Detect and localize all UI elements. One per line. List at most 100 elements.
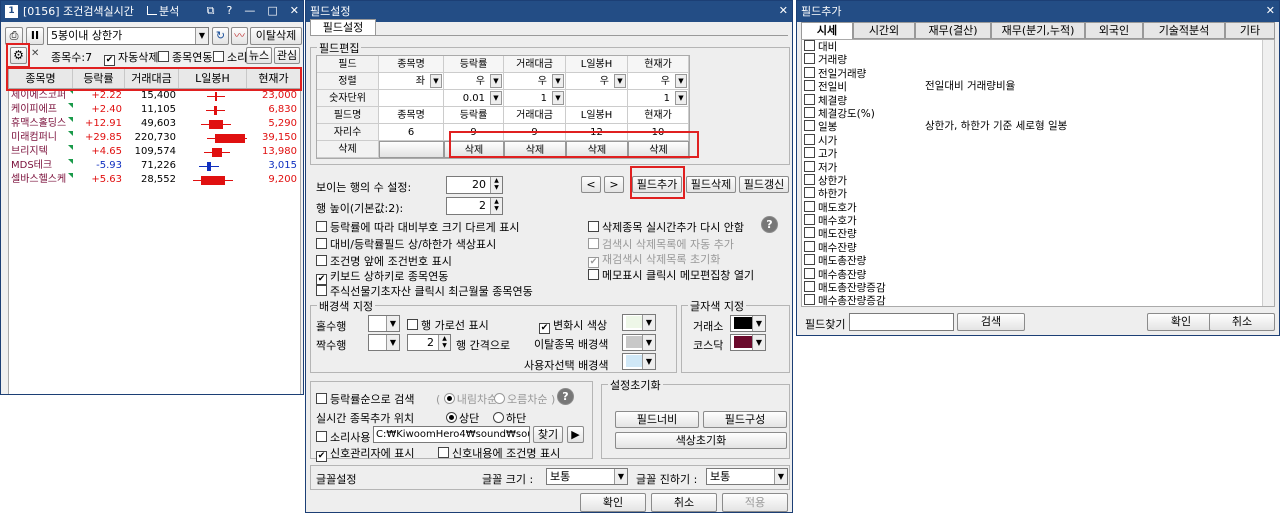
- title-bar[interactable]: 필드추가 ✕: [797, 1, 1279, 22]
- font-bold-select[interactable]: 보통 ▼: [706, 468, 788, 485]
- chevron-down-icon[interactable]: ▼: [552, 74, 564, 88]
- find-button[interactable]: 찾기: [533, 426, 563, 443]
- checkbox[interactable]: [804, 40, 815, 51]
- title-bar[interactable]: 필드설정 ✕: [306, 1, 792, 22]
- search-button[interactable]: 검색: [957, 313, 1025, 331]
- delete-field-button[interactable]: 필드삭제: [686, 176, 736, 193]
- grid-cell-dec[interactable]: 0.01 ▼: [444, 90, 504, 107]
- analysis-icon[interactable]: 분석: [147, 1, 179, 22]
- title-bar[interactable]: 1 [0156] 조건검색실시간 분석 ⧉ ? — □ ✕: [1, 1, 303, 22]
- checkbox[interactable]: [804, 93, 815, 105]
- opt-memo-edit[interactable]: 메모표시 클릭시 메모편집창 열기: [588, 267, 754, 283]
- close-small-icon[interactable]: ✕: [31, 48, 39, 59]
- chevron-down-icon[interactable]: ▼: [490, 74, 502, 88]
- change-color-checkbox[interactable]: 변화시 색상: [539, 317, 607, 334]
- list-item[interactable]: 전일비 전일대비 거래량비율: [802, 80, 1274, 93]
- checkbox[interactable]: [804, 106, 815, 118]
- grid-cell-name[interactable]: 종목명: [379, 107, 444, 124]
- row-gap-spinner[interactable]: 2 ▲ ▼: [407, 334, 451, 351]
- checkbox[interactable]: [804, 214, 815, 226]
- close-icon[interactable]: ✕: [1266, 4, 1275, 18]
- grid-cell-dec[interactable]: 1 ▼: [504, 90, 566, 107]
- list-item[interactable]: 거래량: [802, 53, 1274, 66]
- grid-cell-dec[interactable]: 1 ▼: [628, 90, 689, 107]
- grid-cell-name[interactable]: L일봉H: [566, 107, 628, 124]
- opt-limit-color[interactable]: 대비/등락률필드 상/하한가 색상표시: [316, 236, 496, 252]
- checkbox[interactable]: [804, 66, 815, 78]
- sound-checkbox[interactable]: 소리: [213, 49, 247, 65]
- checkbox[interactable]: [804, 133, 815, 145]
- list-item[interactable]: 매도총잔량증감: [802, 281, 1274, 294]
- checkbox[interactable]: [804, 120, 815, 132]
- maximize-icon[interactable]: □: [267, 4, 277, 18]
- signal-cond-checkbox[interactable]: 신호내용에 조건명 표시: [438, 445, 560, 461]
- opt-no-readd[interactable]: 삭제종목 실시간추가 다시 안함: [588, 219, 744, 235]
- list-item[interactable]: 매도잔량: [802, 227, 1274, 240]
- kospi-color[interactable]: ▼: [730, 315, 766, 332]
- list-item[interactable]: 전일거래량: [802, 66, 1274, 80]
- grid-cell-sort[interactable]: 우 ▼: [504, 73, 566, 90]
- tab-field-settings[interactable]: 필드설정: [310, 19, 376, 36]
- scrollbar[interactable]: [1262, 40, 1274, 306]
- table-row[interactable]: 셀바스헬스케 +5.63 28,552 9,200: [9, 173, 300, 187]
- auto-delete-checkbox[interactable]: 자동삭제: [104, 49, 158, 66]
- close-icon[interactable]: ✕: [779, 4, 788, 18]
- list-item[interactable]: 매수호가: [802, 214, 1274, 227]
- checkbox[interactable]: [804, 227, 815, 239]
- list-item[interactable]: 매수총잔량증감: [802, 294, 1274, 306]
- play-button[interactable]: ▶: [567, 426, 584, 443]
- apply-button[interactable]: 적용: [722, 493, 788, 512]
- chart-button[interactable]: 〰: [231, 27, 248, 45]
- even-row-color[interactable]: ▼: [368, 334, 400, 351]
- link-checkbox[interactable]: 종목연동: [158, 49, 212, 65]
- grid-cell-name[interactable]: 등락률: [444, 107, 504, 124]
- list-item[interactable]: 대비: [802, 40, 1274, 53]
- top-radio[interactable]: 상단: [446, 410, 479, 426]
- checkbox[interactable]: [804, 267, 815, 279]
- refresh-field-button[interactable]: 필드갱신: [739, 176, 789, 193]
- list-item[interactable]: 체결강도(%): [802, 106, 1274, 120]
- select-bg-select[interactable]: ▼: [622, 353, 656, 370]
- sort-search-checkbox[interactable]: 등락률순으로 검색: [316, 391, 414, 407]
- grid-cell-head[interactable]: 거래대금: [504, 56, 566, 73]
- table-row[interactable]: 케이피에프 +2.40 11,105 6,830: [9, 103, 300, 117]
- grid-cell-dec[interactable]: [379, 90, 444, 107]
- checkbox[interactable]: [804, 187, 815, 199]
- tab-3[interactable]: 재무(분기,누적): [991, 22, 1085, 39]
- rows-spinner[interactable]: 20 ▲ ▼: [446, 176, 503, 194]
- color-reset-button[interactable]: 색상초기화: [615, 432, 787, 449]
- help-button-2[interactable]: ?: [557, 388, 574, 405]
- grid-cell-sort[interactable]: 우 ▼: [566, 73, 628, 90]
- list-item[interactable]: 매도호가: [802, 200, 1274, 214]
- table-row[interactable]: 미래컴퍼니 +29.85 220,730 39,150: [9, 131, 300, 145]
- tab-4[interactable]: 외국인: [1085, 22, 1143, 39]
- odd-row-color[interactable]: ▼: [368, 315, 400, 332]
- tab-0[interactable]: 시세: [801, 22, 853, 39]
- grid-cell-sort[interactable]: 좌 ▼: [379, 73, 444, 90]
- list-item[interactable]: 매수잔량: [802, 240, 1274, 254]
- tab-5[interactable]: 기술적분석: [1143, 22, 1225, 39]
- cancel-button[interactable]: 취소: [651, 493, 717, 512]
- list-item[interactable]: 일봉 상한가, 하한가 기준 세로형 일봉: [802, 120, 1274, 133]
- checkbox[interactable]: [804, 160, 815, 172]
- checkbox[interactable]: [804, 80, 815, 92]
- grid-cell-name[interactable]: 거래대금: [504, 107, 566, 124]
- sound-path-input[interactable]: C:₩KiwoomHero4₩sound₩sound3.wa: [373, 426, 530, 443]
- condition-select[interactable]: 5봉이내 상한가 ▼: [47, 27, 209, 45]
- sound-use-checkbox[interactable]: 소리사용: [316, 429, 370, 445]
- help-button[interactable]: ?: [761, 216, 778, 233]
- table-row[interactable]: 휴맥스홀딩스 +12.91 49,603 5,290: [9, 117, 300, 131]
- refresh-button[interactable]: ↻: [212, 27, 229, 45]
- grid-cell-head[interactable]: 종목명: [379, 56, 444, 73]
- hline-checkbox[interactable]: 행 가로선 표시: [407, 317, 489, 333]
- grid-cell-name[interactable]: 현재가: [628, 107, 689, 124]
- signal-mgr-checkbox[interactable]: 신호관리자에 표시: [316, 445, 414, 462]
- checkbox[interactable]: [804, 53, 815, 65]
- checkbox[interactable]: [804, 281, 815, 293]
- chevron-down-icon[interactable]: ▼: [675, 91, 687, 105]
- opt-auto-add-delete[interactable]: 검색시 삭제목록에 자동 추가: [588, 236, 734, 252]
- list-item[interactable]: 하한가: [802, 187, 1274, 200]
- grid-cell-sort[interactable]: 우 ▼: [628, 73, 689, 90]
- opt-cond-number[interactable]: 조건명 앞에 조건번호 표시: [316, 253, 452, 269]
- table-row[interactable]: MDS테크 -5.93 71,226 3,015: [9, 159, 300, 173]
